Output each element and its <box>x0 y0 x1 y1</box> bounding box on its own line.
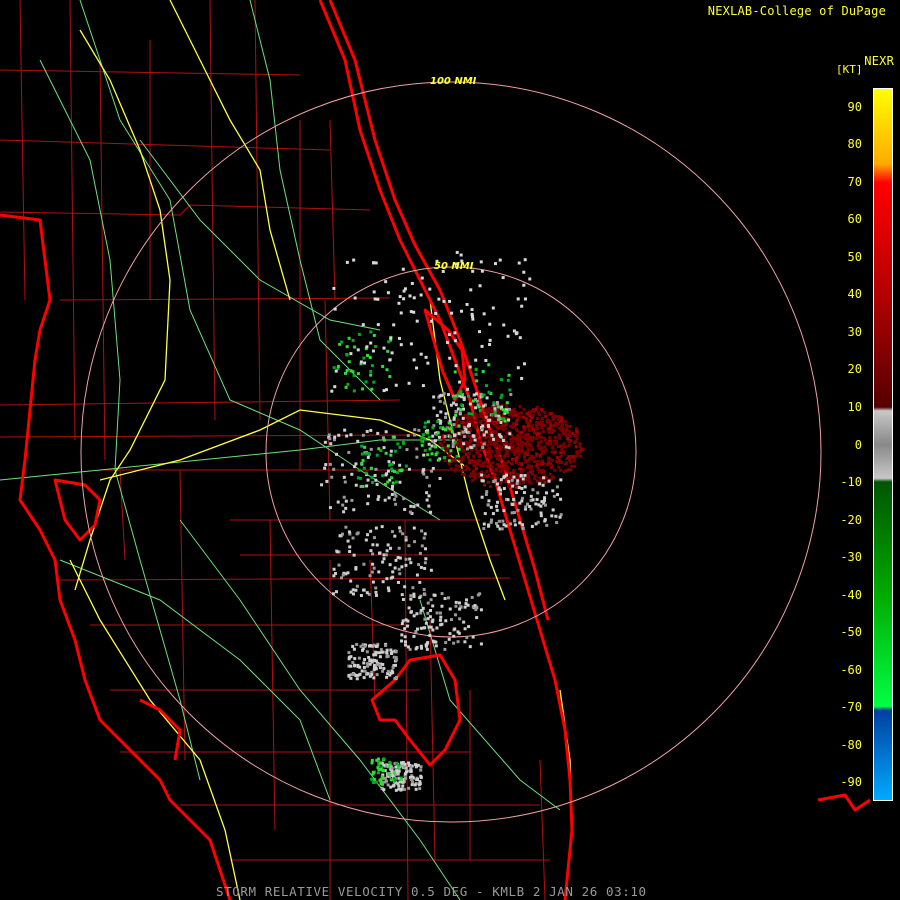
scale-tick: 20 <box>847 362 862 377</box>
credit-label: NEXLAB-College of DuPage <box>707 4 886 18</box>
scale-tick: 80 <box>847 137 862 152</box>
scale-tick: 10 <box>847 399 862 414</box>
scale-tick: 30 <box>847 324 862 339</box>
scale-tick: -10 <box>840 475 862 490</box>
scale-tick: 70 <box>847 174 862 189</box>
scale-tick: 90 <box>847 99 862 114</box>
ring-label-50-nmi: 50 NMI <box>434 261 474 272</box>
scale-tick: -40 <box>840 587 862 602</box>
product-label: NEXR <box>864 54 894 68</box>
ring-label-100-nmi: 100 NMI <box>430 76 477 87</box>
scale-tick: -80 <box>840 737 862 752</box>
scale-tick: 60 <box>847 212 862 227</box>
units-label: [KT] <box>836 63 863 76</box>
scale-tick: -20 <box>840 512 862 527</box>
scale-tick: -70 <box>840 700 862 715</box>
scale-tick: 50 <box>847 249 862 264</box>
radar-map[interactable] <box>0 0 900 900</box>
scale-tick: -90 <box>840 775 862 790</box>
scale-tick: -60 <box>840 662 862 677</box>
scale-tick: -30 <box>840 550 862 565</box>
velocity-color-scale <box>873 88 893 801</box>
scale-tick: -50 <box>840 625 862 640</box>
scale-tick: 0 <box>854 437 862 452</box>
product-caption: STORM RELATIVE VELOCITY 0.5 DEG - KMLB 2… <box>216 884 647 899</box>
radar-echoes <box>320 250 585 792</box>
scale-tick: 40 <box>847 287 862 302</box>
